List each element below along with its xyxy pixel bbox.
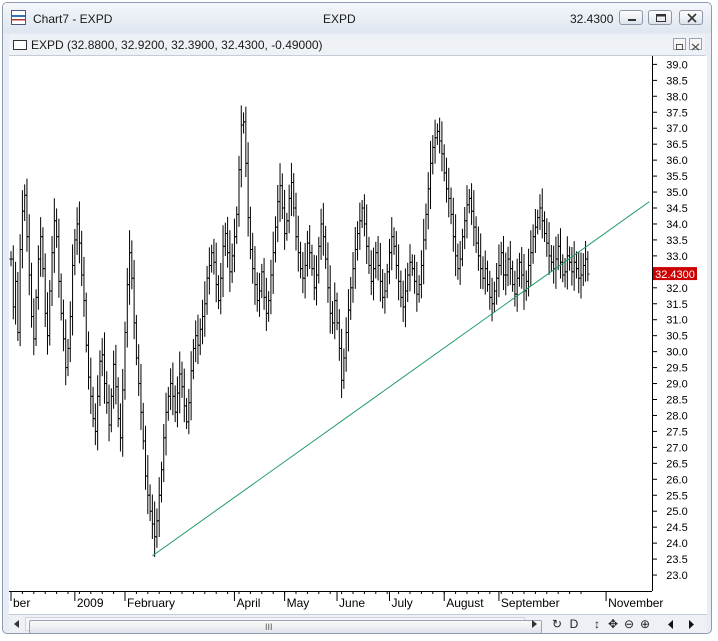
y-tick-label: 23.5 [666,554,687,566]
price-chart[interactable]: 39.0 38.5 38.0 37.5 37.0 36.5 36.0 35.5 35.0 34.5… [9,56,707,614]
scroll-right-arrow-icon[interactable] [528,618,540,630]
close-icon [687,13,697,23]
y-tick-label: 33.0 [666,251,687,263]
x-tick-label: July [391,596,412,610]
scrollbar-grip: III [265,622,273,632]
chart-scroll-left-icon[interactable] [665,619,677,631]
y-tick-label: 37.5 [666,107,687,119]
maximize-icon [656,14,666,22]
y-tick-label: 29.0 [666,379,687,391]
y-tick-label: 30.5 [666,331,687,343]
trendline [152,201,650,557]
y-tick-label: 31.0 [666,315,687,327]
y-tick-label: 39.0 [666,59,687,71]
x-tick-label: April [236,596,260,610]
y-tick-label: 24.5 [666,522,687,534]
y-tick-label: 27.5 [666,426,687,438]
x-tick-label: 2009 [77,596,104,610]
x-tick-label: September [501,596,560,610]
y-tick-label: 25.5 [666,490,687,502]
horizontal-scrollbar[interactable]: III [25,617,542,633]
window-symbol: EXPD [323,12,356,26]
y-tick-label: 26.5 [666,458,687,470]
y-tick-label: 31.5 [666,299,687,311]
x-tick-label: November [608,596,663,610]
y-tick-label: 28.0 [666,410,687,422]
maximize-button[interactable] [648,10,672,25]
y-tick-label: 30.0 [666,347,687,359]
y-tick-label: 35.5 [666,171,687,183]
pan-icon[interactable]: ✥ [606,616,620,632]
y-tick-label: 36.0 [666,155,687,167]
vertical-resize-icon[interactable]: ↕ [590,616,604,632]
chart-app-icon [11,10,26,25]
x-tick-label: February [127,596,175,610]
price-chart-canvas[interactable]: 39.0 38.5 38.0 37.5 37.0 36.5 36.0 35.5 35.0 34.5… [9,56,707,614]
close-button[interactable] [679,10,703,25]
zoom-in-icon[interactable]: ⊕ [638,616,652,632]
y-tick-label: 29.5 [666,363,687,375]
x-tick-label: ber [13,596,30,610]
y-tick-label: 38.0 [666,91,687,103]
refresh-icon[interactable]: ↻ [550,616,564,632]
y-tick-label: 27.0 [666,442,687,454]
y-tick-label: 34.5 [666,203,687,215]
close-icon [691,43,700,51]
y-tick-label: 37.0 [666,123,687,135]
y-tick-label: 24.0 [666,538,687,550]
series-window-icon [13,40,27,50]
y-tick-label: 36.5 [666,139,687,151]
zoom-mode-button[interactable]: D [567,616,581,632]
pane-restore-button[interactable] [673,38,686,50]
x-tick-label: June [339,596,365,610]
x-tick-label: May [287,596,310,610]
minimize-icon [628,19,636,21]
bottom-toolbar: III ↻ D ↕ ✥ ⊖ ⊕ [9,614,707,633]
window-last-price: 32.4300 [570,12,614,26]
y-tick-label: 32.0 [666,283,687,295]
y-tick-label: 34.0 [666,219,687,231]
y-tick-label: 38.5 [666,75,687,87]
y-tick-label: 28.5 [666,395,687,407]
y-tick-label: 33.5 [666,235,687,247]
last-price-tag-label: 32.4300 [655,269,695,281]
y-tick-label: 25.0 [666,506,687,518]
x-tick-label: August [446,596,484,610]
restore-icon [676,44,683,50]
y-tick-label: 23.0 [666,570,687,582]
y-tick-label: 26.0 [666,474,687,486]
chart-scroll-right-icon[interactable] [685,619,697,631]
zoom-out-icon[interactable]: ⊖ [622,616,636,632]
scrollbar-thumb[interactable]: III [29,620,542,633]
chart-window: Chart7 - EXPD EXPD 32.4300 EXPD (32.8800… [2,2,712,634]
series-ohlc-readout: EXPD (32.8800, 32.9200, 32.3900, 32.4300… [31,38,323,52]
pane-close-button[interactable] [689,38,702,51]
scroll-left-arrow-icon[interactable] [11,618,23,630]
title-bar[interactable]: Chart7 - EXPD EXPD 32.4300 [3,3,711,33]
minimize-button[interactable] [619,10,643,25]
series-header-bar: EXPD (32.8800, 32.9200, 32.3900, 32.4300… [9,35,705,56]
y-tick-label: 35.0 [666,187,687,199]
window-title: Chart7 - EXPD [33,12,113,26]
